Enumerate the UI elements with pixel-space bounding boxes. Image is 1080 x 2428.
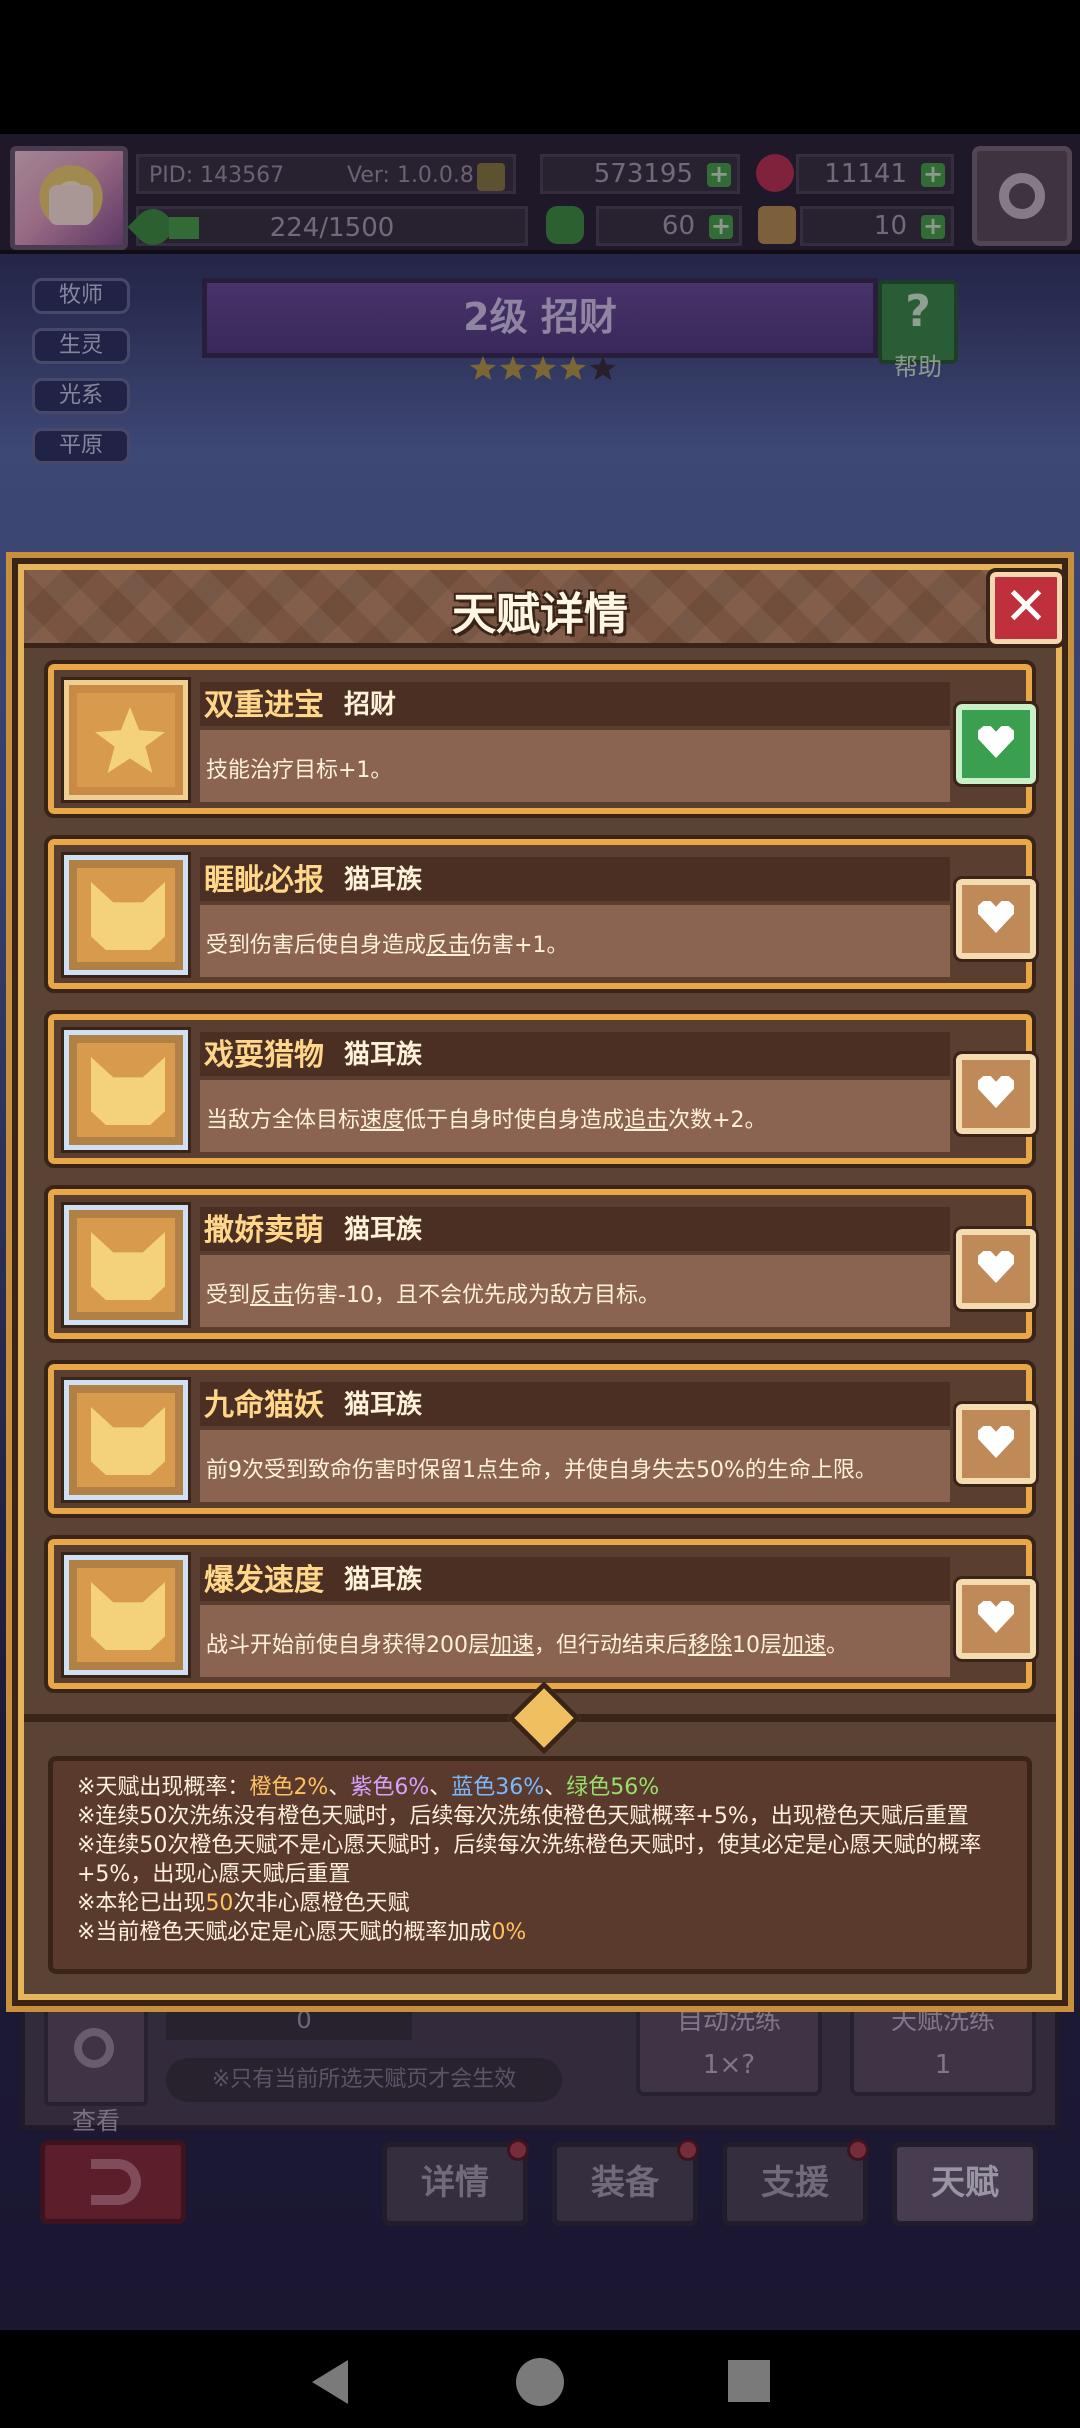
heart-icon (978, 1426, 1014, 1458)
wish-toggle-button[interactable] (953, 1576, 1039, 1662)
cat-icon (91, 1582, 165, 1650)
wish-toggle-button[interactable] (953, 1401, 1039, 1487)
keyword-link[interactable]: 移除 (688, 1633, 732, 1658)
talent-name: 爆发速度 (204, 1563, 324, 1598)
dialog-header: 天赋详情 (24, 570, 1056, 648)
talent-row: 爆发速度 猫耳族战斗开始前使自身获得200层加速，但行动结束后移除10层加速。 (44, 1535, 1039, 1693)
game-screen: PID: 143567 Ver: 1.0.0.8 224/1500 573195… (0, 0, 1080, 2428)
talent-description: 受到伤害后使自身造成反击伤害+1。 (206, 933, 569, 958)
system-nav-bar (0, 2330, 1080, 2428)
rate-green: 绿色56% (566, 1775, 660, 1800)
keyword-link[interactable]: 速度 (360, 1108, 404, 1133)
wish-toggle-button[interactable] (953, 701, 1039, 787)
system-recents-icon[interactable] (728, 2360, 770, 2402)
talent-icon-frame (61, 852, 191, 978)
heart-icon (978, 1076, 1014, 1108)
heart-icon (978, 901, 1014, 933)
note-rates: ※天赋出现概率：橙色2%、紫色6%、蓝色36%、绿色56% (77, 1775, 660, 1800)
talent-description: 受到反击伤害-10，且不会优先成为敌方目标。 (206, 1283, 660, 1308)
system-back-icon[interactable] (312, 2360, 348, 2404)
talent-row: 九命猫妖 猫耳族前9次受到致命伤害时保留1点生命，并使自身失去50%的生命上限。 (44, 1360, 1039, 1518)
talent-icon-frame (61, 1552, 191, 1678)
talent-tag: 猫耳族 (344, 1390, 423, 1420)
talent-name: 双重进宝 (204, 688, 324, 723)
wish-toggle-button[interactable] (953, 1051, 1039, 1137)
keyword-link[interactable]: 追击 (624, 1108, 668, 1133)
talent-row: 撒娇卖萌 猫耳族受到反击伤害-10，且不会优先成为敌方目标。 (44, 1185, 1039, 1343)
keyword-link[interactable]: 反击 (250, 1283, 294, 1308)
note-round-count: ※本轮已出现50次非心愿橙色天赋 (77, 1891, 410, 1916)
talent-tag: 猫耳族 (344, 1040, 423, 1070)
talent-tag: 猫耳族 (344, 1215, 423, 1245)
note-wish-pity-cont: +5%，出现心愿天赋后重置 (77, 1862, 351, 1887)
talent-details-dialog: 天赋详情 ✕ 双重进宝 招财 技能治疗目标+1。 睚眦必报 猫耳族 受到伤害后使自身造成反… (12, 558, 1068, 2006)
talent-tag: 猫耳族 (344, 865, 423, 895)
heart-icon (978, 726, 1014, 758)
talent-name: 九命猫妖 (204, 1388, 324, 1423)
talent-icon-frame (61, 1027, 191, 1153)
keyword-link[interactable]: 加速 (490, 1633, 534, 1658)
talent-icon-frame (61, 677, 191, 803)
talent-icon-frame (61, 1377, 191, 1503)
talent-tag: 猫耳族 (344, 1565, 423, 1595)
close-button[interactable]: ✕ (986, 568, 1066, 648)
keyword-link[interactable]: 反击 (426, 933, 470, 958)
note-wish-bonus: ※当前橙色天赋必定是心愿天赋的概率加成0% (77, 1920, 527, 1945)
wish-bonus-value: 0% (491, 1920, 527, 1945)
system-home-icon[interactable] (516, 2358, 564, 2406)
keyword-link[interactable]: 加速 (782, 1633, 826, 1658)
wish-toggle-button[interactable] (953, 876, 1039, 962)
close-icon: ✕ (1004, 577, 1048, 637)
talent-icon-frame (61, 1202, 191, 1328)
dialog-title: 天赋详情 (452, 589, 628, 640)
rate-blue: 蓝色36% (451, 1775, 545, 1800)
wish-toggle-button[interactable] (953, 1226, 1039, 1312)
talent-row: 戏耍猎物 猫耳族当敌方全体目标速度低于自身时使自身造成追击次数+2。 (44, 1010, 1039, 1168)
talent-name: 睚眦必报 (204, 863, 324, 898)
note-wish-pity: ※连续50次橙色天赋不是心愿天赋时，后续每次洗练橙色天赋时，使其必定是心愿天赋的… (77, 1833, 982, 1858)
heart-icon (978, 1601, 1014, 1633)
talent-name: 撒娇卖萌 (204, 1213, 324, 1248)
non-wish-count: 50 (205, 1891, 234, 1916)
talent-description: 当敌方全体目标速度低于自身时使自身造成追击次数+2。 (206, 1108, 767, 1133)
rules-notes: ※天赋出现概率：橙色2%、紫色6%、蓝色36%、绿色56% ※连续50次洗练没有… (48, 1756, 1032, 1974)
talent-description: 前9次受到致命伤害时保留1点生命，并使自身失去50%的生命上限。 (206, 1458, 877, 1483)
talent-row: 睚眦必报 猫耳族受到伤害后使自身造成反击伤害+1。 (44, 835, 1039, 993)
rate-purple: 紫色6% (350, 1775, 430, 1800)
divider (24, 1681, 1056, 1755)
cat-icon (91, 1232, 165, 1300)
heart-icon (978, 1251, 1014, 1283)
gem-ornament-icon (507, 1681, 581, 1755)
talent-name: 戏耍猎物 (204, 1038, 324, 1073)
rate-orange: 橙色2% (249, 1775, 329, 1800)
talent-description: 战斗开始前使自身获得200层加速，但行动结束后移除10层加速。 (206, 1633, 849, 1658)
star-icon (95, 707, 165, 773)
talent-description: 技能治疗目标+1。 (206, 758, 393, 783)
cat-icon (91, 882, 165, 950)
cat-icon (91, 1407, 165, 1475)
talent-row: 双重进宝 招财技能治疗目标+1。 (44, 660, 1039, 818)
talent-tag: 招财 (344, 690, 397, 720)
note-orange-pity: ※连续50次洗练没有橙色天赋时，后续每次洗练使橙色天赋概率+5%，出现橙色天赋后… (77, 1804, 969, 1829)
cat-icon (91, 1057, 165, 1125)
